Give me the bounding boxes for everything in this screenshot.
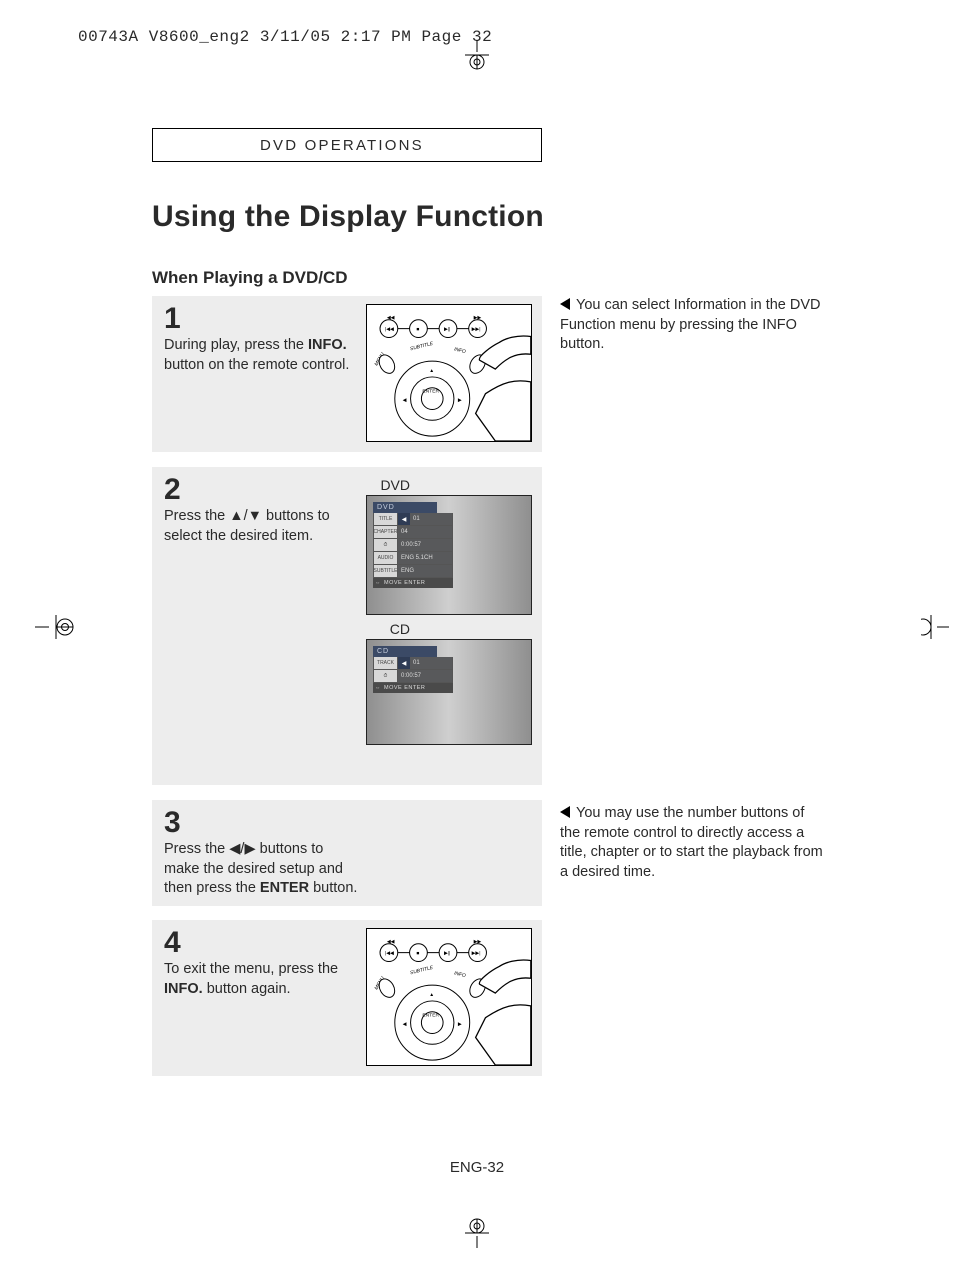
svg-text:▶▶|: ▶▶|	[472, 327, 481, 333]
text: Press the	[164, 841, 229, 857]
step-text: During play, press the INFO. button on t…	[164, 336, 359, 375]
svg-text:◀: ◀	[403, 1022, 407, 1028]
osd-tag: AUDIO	[374, 552, 398, 564]
step-text: To exit the menu, press the INFO. button…	[164, 960, 359, 999]
note-text: You may use the number buttons of the re…	[560, 805, 823, 880]
osd-title: DVD	[373, 502, 437, 513]
svg-text:■: ■	[416, 952, 419, 957]
text: To exit the menu, press the	[164, 961, 338, 977]
text-bold: INFO.	[308, 337, 347, 353]
page-subtitle: When Playing a DVD/CD	[152, 268, 348, 288]
text: Press the	[164, 508, 229, 524]
arrow-symbols: ◀/▶	[229, 841, 255, 857]
osd-dvd-screen: DVD TITLE◀01 CHAPTER04 ⏱0:00:57 AUDIOENG…	[366, 495, 532, 615]
svg-text:◀◀: ◀◀	[387, 315, 395, 321]
osd-title: CD	[373, 646, 437, 657]
text: button again.	[203, 981, 291, 997]
svg-text:■: ■	[416, 328, 419, 333]
text: button.	[309, 880, 357, 896]
osd-tag: TITLE	[374, 513, 398, 525]
page-title: Using the Display Function	[152, 200, 544, 234]
svg-text:▲: ▲	[429, 369, 434, 374]
osd-val: 0:00:57	[398, 542, 421, 548]
osd-val: 04	[398, 529, 408, 535]
step-3: 3 Press the ◀/▶ buttons to make the desi…	[152, 800, 542, 906]
doc-header: 00743A V8600_eng2 3/11/05 2:17 PM Page 3…	[78, 28, 492, 46]
svg-text:◀: ◀	[403, 398, 407, 404]
step-2: 2 Press the ▲/▼ buttons to select the de…	[152, 467, 542, 785]
step-4: 4 To exit the menu, press the INFO. butt…	[152, 920, 542, 1076]
text: During play, press the	[164, 337, 308, 353]
triangle-left-icon	[560, 806, 570, 818]
svg-text:▶▶: ▶▶	[474, 939, 482, 945]
osd-val: ENG	[398, 568, 414, 574]
screen-label-dvd: DVD	[380, 477, 410, 493]
svg-text:ENTER: ENTER	[422, 389, 439, 395]
arrow-symbols: ▲/▼	[229, 508, 262, 524]
svg-text:▶: ▶	[458, 1022, 462, 1028]
osd-footer: ⇔MOVE ENTER	[373, 578, 453, 588]
osd-val: 01	[410, 660, 420, 666]
osd-val: 0:00:57	[398, 673, 421, 679]
crop-mark-bottom	[462, 1218, 492, 1248]
crop-mark-top	[462, 40, 492, 70]
text-bold: ENTER	[260, 880, 309, 896]
side-note-2: You may use the number buttons of the re…	[560, 804, 826, 882]
step-number: 3	[164, 808, 530, 838]
svg-text:▶▶: ▶▶	[474, 315, 482, 321]
crop-mark-left	[35, 612, 77, 642]
triangle-left-icon	[560, 298, 570, 310]
osd-tag: SUBTITLE	[374, 565, 398, 577]
osd-footer: ⇔MOVE ENTER	[373, 683, 453, 693]
osd-tag: CHAPTER	[374, 526, 398, 538]
section-label: DVD OPERATIONS	[260, 137, 424, 154]
step-text: Press the ◀/▶ buttons to make the desire…	[164, 840, 359, 899]
osd-tag: TRACK	[374, 657, 398, 669]
crop-mark-right	[921, 612, 949, 642]
svg-text:▶: ▶	[458, 398, 462, 404]
svg-text:▶▶|: ▶▶|	[472, 951, 481, 957]
screen-label-cd: CD	[390, 621, 410, 637]
osd-val: ENG 5.1CH	[398, 555, 433, 561]
svg-text:|◀◀: |◀◀	[385, 951, 394, 957]
remote-illustration: |◀◀ ■ ▶|| ▶▶| ◀◀▶▶ SUBTITLE INFO MENU EN…	[366, 304, 532, 442]
section-badge: DVD OPERATIONS	[152, 128, 542, 162]
note-text: You can select Information in the DVD Fu…	[560, 297, 821, 352]
remote-illustration: |◀◀ ■ ▶|| ▶▶| ◀◀▶▶ SUBTITLE INFO MENU EN…	[366, 928, 532, 1066]
svg-text:▲: ▲	[429, 993, 434, 998]
osd-val: 01	[410, 516, 420, 522]
page-number: ENG-32	[0, 1159, 954, 1176]
svg-text:▶||: ▶||	[444, 951, 450, 957]
svg-text:ENTER: ENTER	[422, 1013, 439, 1019]
side-note-1: You can select Information in the DVD Fu…	[560, 296, 826, 355]
osd-cd-screen: CD TRACK◀01 ⏱0:00:57 ⇔MOVE ENTER	[366, 639, 532, 745]
svg-text:◀◀: ◀◀	[387, 939, 395, 945]
step-1: 1 During play, press the INFO. button on…	[152, 296, 542, 452]
text-bold: INFO.	[164, 981, 203, 997]
step-text: Press the ▲/▼ buttons to select the desi…	[164, 507, 359, 546]
text: button on the remote control.	[164, 357, 349, 373]
svg-text:|◀◀: |◀◀	[385, 327, 394, 333]
svg-text:▶||: ▶||	[444, 327, 450, 333]
